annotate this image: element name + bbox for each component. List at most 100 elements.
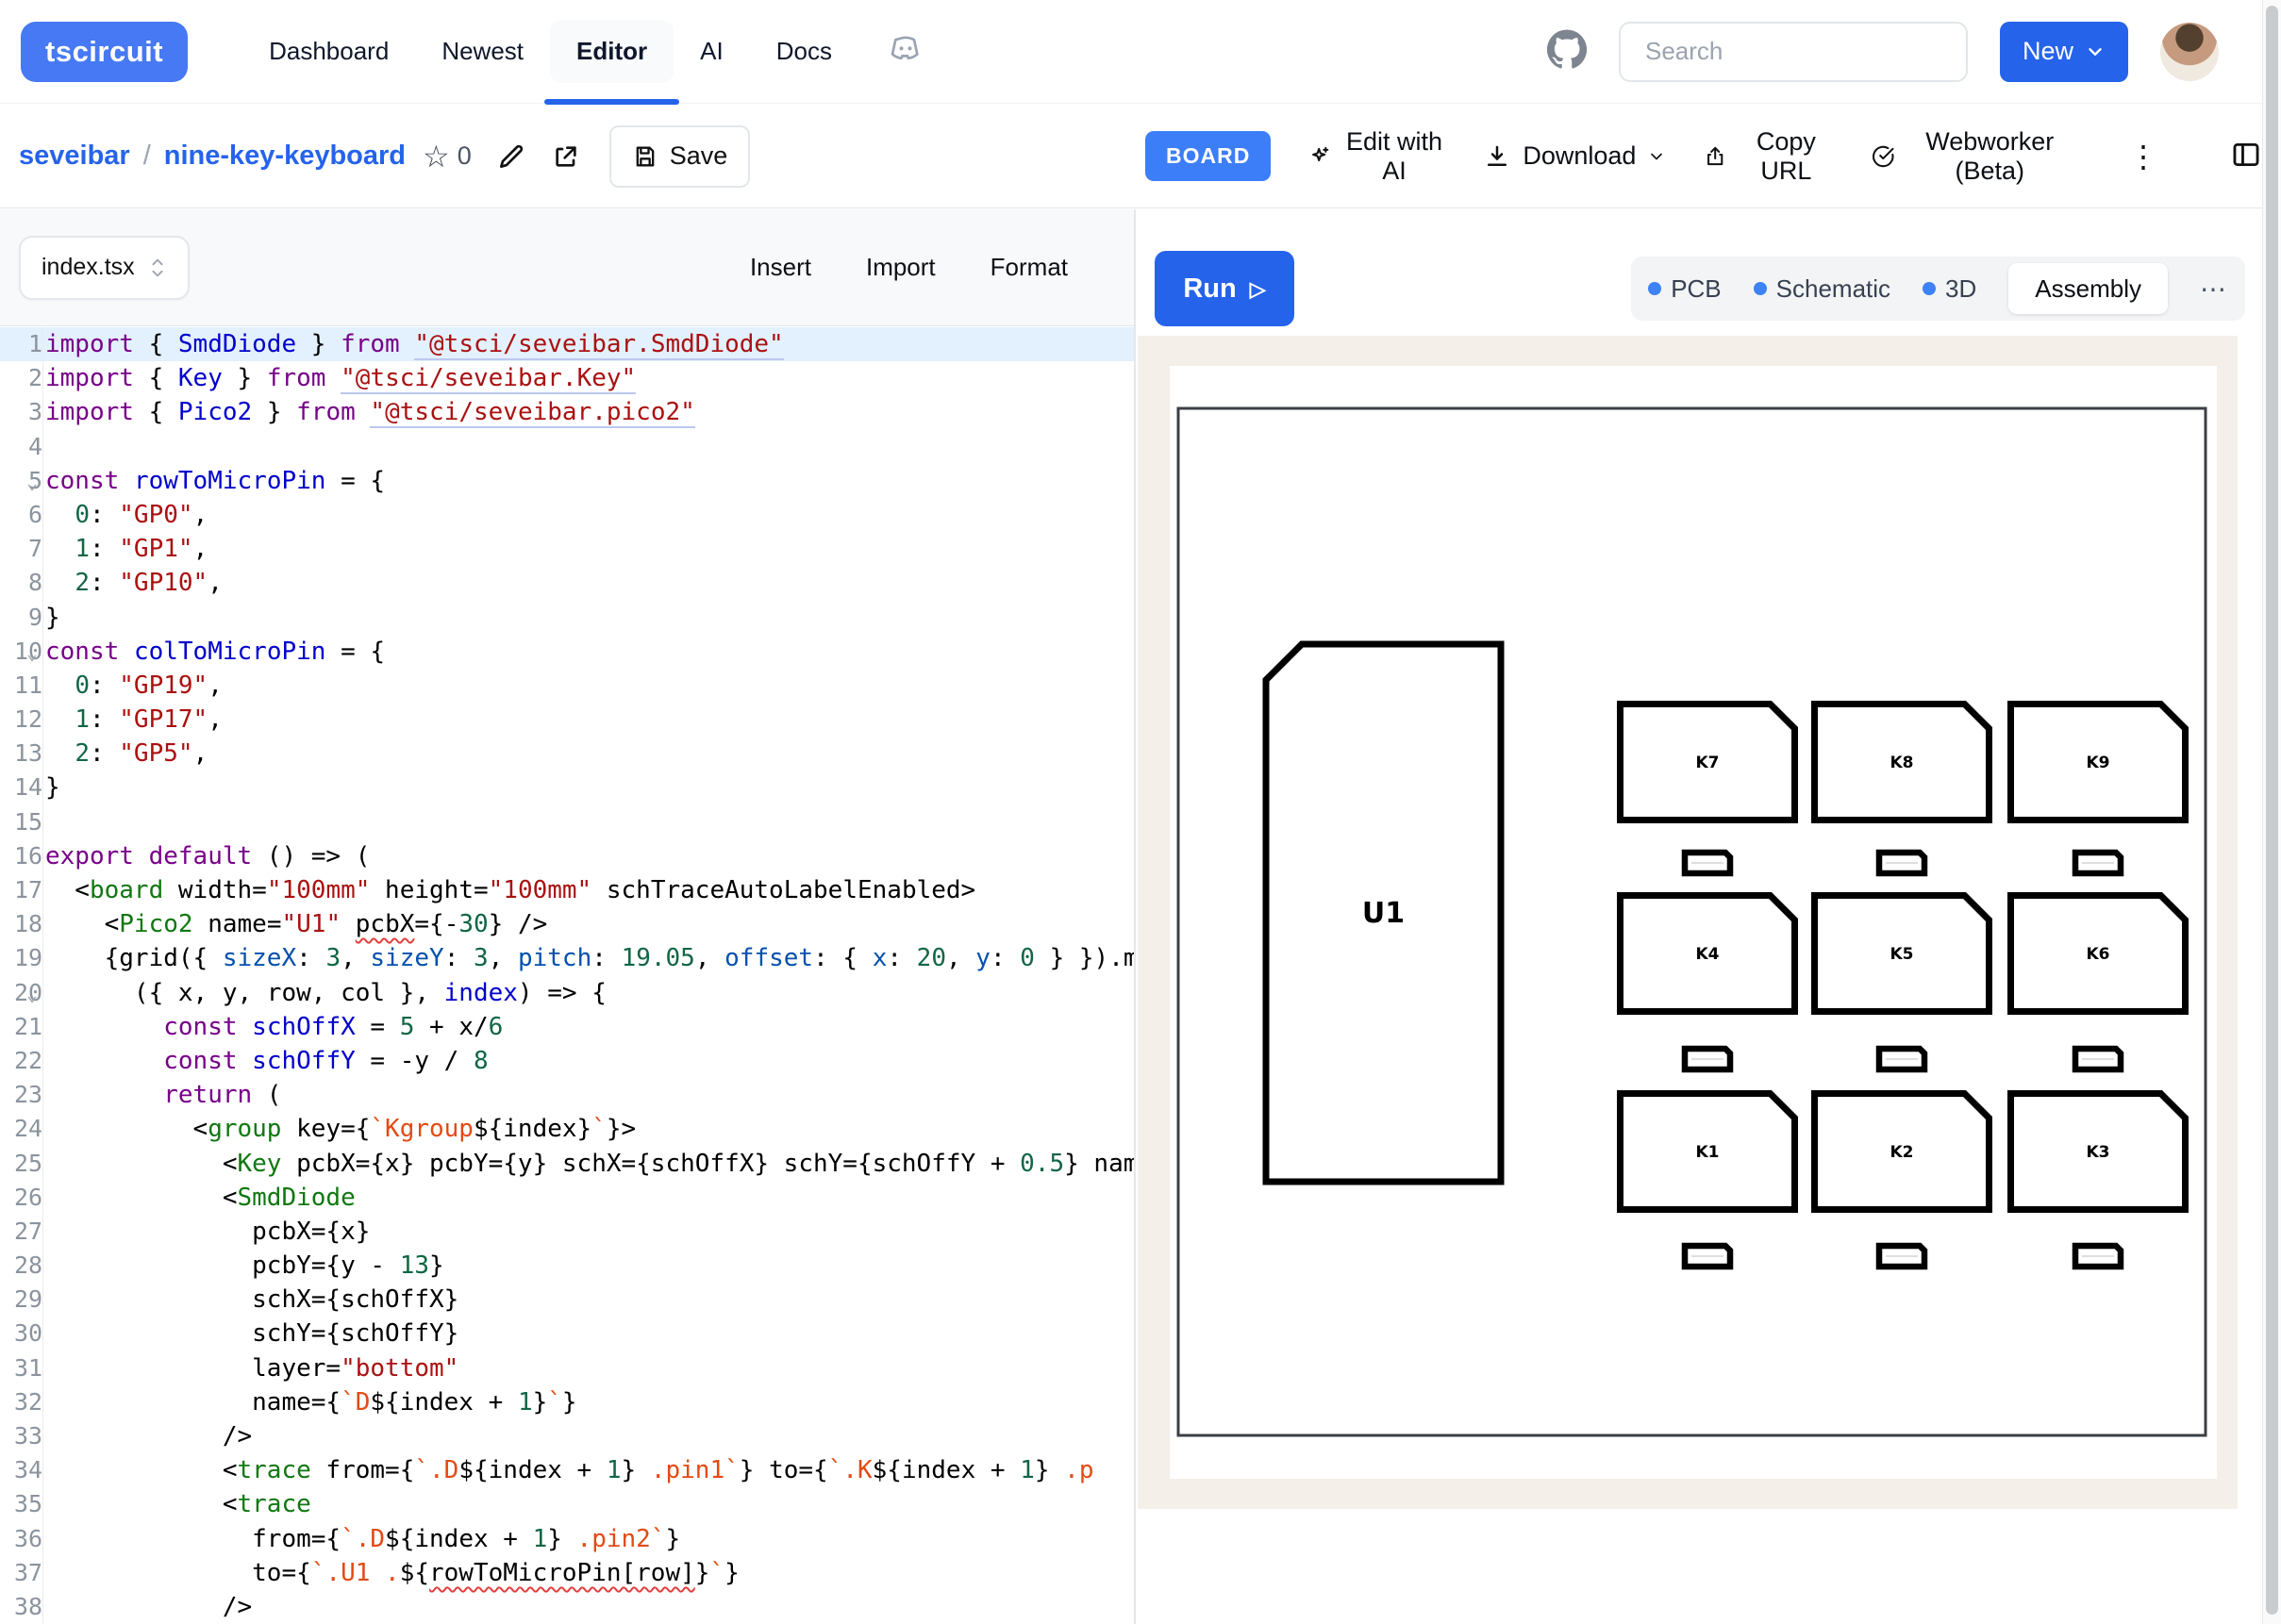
code-line[interactable]: 12 1: "GP17", (0, 703, 1134, 737)
code-line[interactable]: 10⌄const colToMicroPin = { (0, 635, 1134, 669)
download-button[interactable]: Download (1483, 141, 1666, 171)
code-text[interactable]: import { SmdDiode } from "@tsci/seveibar… (43, 327, 784, 361)
format-menu[interactable]: Format (991, 253, 1068, 282)
code-text[interactable]: import { Pico2 } from "@tsci/seveibar.pi… (43, 395, 695, 429)
code-text[interactable]: from={`.D${index + 1} .pin2`} (43, 1522, 680, 1556)
copy-url-button[interactable]: Copy URL (1704, 127, 1834, 186)
assembly-canvas[interactable]: U1K7K8K9K4K5K6K1K2K3 (1170, 366, 2217, 1479)
code-line[interactable]: 34 <trace from={`.D${index + 1} .pin1`} … (0, 1453, 1134, 1487)
code-text[interactable]: return ( (43, 1078, 281, 1112)
code-line[interactable]: 11 0: "GP19", (0, 669, 1134, 703)
code-line[interactable]: 35 <trace (0, 1487, 1134, 1521)
save-button[interactable]: Save (609, 125, 751, 188)
code-text[interactable]: schX={schOffX} (43, 1283, 458, 1317)
code-line[interactable]: 28 pcbY={y - 13} (0, 1249, 1134, 1283)
discord-icon[interactable] (887, 30, 924, 73)
code-line[interactable]: 27 pcbX={x} (0, 1215, 1134, 1249)
edit-with-ai-button[interactable]: Edit with AI (1308, 127, 1445, 186)
code-text[interactable]: pcbY={y - 13} (43, 1249, 444, 1283)
star-counter[interactable]: ☆ 0 (423, 139, 472, 174)
code-line[interactable]: 23 return ( (0, 1078, 1134, 1112)
owner-link[interactable]: seveibar (19, 141, 130, 172)
code-text[interactable]: <Key pcbX={x} pcbY={y} schX={schOffX} sc… (43, 1147, 1134, 1181)
nav-item-newest[interactable]: Newest (415, 20, 550, 83)
code-line[interactable]: 3import { Pico2 } from "@tsci/seveibar.p… (0, 395, 1134, 429)
code-line[interactable]: 33 /> (0, 1419, 1134, 1453)
nav-item-ai[interactable]: AI (674, 20, 750, 83)
nav-item-dashboard[interactable]: Dashboard (242, 20, 415, 83)
code-text[interactable]: const rowToMicroPin = { (43, 464, 385, 498)
code-text[interactable]: <board width="100mm" height="100mm" schT… (43, 873, 975, 907)
toggle-panel-button[interactable] (2230, 139, 2262, 174)
code-text[interactable]: 0: "GP0", (43, 498, 208, 532)
code-text[interactable]: /> (43, 1419, 252, 1453)
code-line[interactable]: 14} (0, 771, 1134, 804)
code-text[interactable] (43, 805, 45, 839)
code-text[interactable]: <trace (43, 1487, 311, 1521)
import-menu[interactable]: Import (866, 253, 936, 282)
code-line[interactable]: 24 <group key={`Kgroup${index}`}> (0, 1112, 1134, 1146)
code-line[interactable]: 22 const schOffY = -y / 8 (0, 1044, 1134, 1078)
code-line[interactable]: 25 <Key pcbX={x} pcbY={y} schX={schOffX}… (0, 1147, 1134, 1181)
code-text[interactable]: export default () => ( (43, 839, 370, 873)
code-line[interactable]: 29 schX={schOffX} (0, 1283, 1134, 1317)
tab-schematic[interactable]: Schematic (1754, 274, 1890, 304)
code-text[interactable]: } (43, 601, 60, 635)
view-tabs-more[interactable]: ⋯ (2200, 273, 2228, 305)
insert-menu[interactable]: Insert (750, 253, 811, 282)
code-text[interactable]: import { Key } from "@tsci/seveibar.Key" (43, 361, 636, 395)
code-text[interactable]: layer="bottom" (43, 1351, 458, 1385)
fold-arrow-icon[interactable]: ⌄ (26, 465, 38, 499)
run-button[interactable]: Run ▷ (1155, 251, 1294, 326)
code-line[interactable]: 16export default () => ( (0, 839, 1134, 873)
code-line[interactable]: 9} (0, 601, 1134, 635)
code-line[interactable]: 32 name={`D${index + 1}`} (0, 1385, 1134, 1419)
open-external-button[interactable] (551, 141, 581, 172)
tab-assembly[interactable]: Assembly (2008, 263, 2168, 314)
code-line[interactable]: 17 <board width="100mm" height="100mm" s… (0, 873, 1134, 907)
tscircuit-logo[interactable]: tscircuit (21, 22, 188, 82)
code-lines[interactable]: 1import { SmdDiode } from "@tsci/seveiba… (0, 327, 1134, 1624)
code-text[interactable]: /> (43, 1590, 252, 1624)
code-text[interactable]: pcbX={x} (43, 1215, 370, 1249)
code-line[interactable]: 30 schY={schOffY} (0, 1317, 1134, 1351)
scrollbar-thumb[interactable] (2266, 6, 2278, 1615)
code-line[interactable]: 36 from={`.D${index + 1} .pin2`} (0, 1522, 1134, 1556)
nav-item-docs[interactable]: Docs (750, 20, 858, 83)
code-line[interactable]: 5⌄const rowToMicroPin = { (0, 464, 1134, 498)
code-line[interactable]: 13 2: "GP5", (0, 737, 1134, 771)
code-line[interactable]: 20⌄ ({ x, y, row, col }, index) => { (0, 976, 1134, 1010)
code-line[interactable]: 8 2: "GP10", (0, 566, 1134, 600)
code-line[interactable]: 1import { SmdDiode } from "@tsci/seveiba… (0, 327, 1134, 361)
nav-item-editor[interactable]: Editor (550, 20, 674, 83)
board-badge[interactable]: BOARD (1145, 131, 1271, 181)
code-text[interactable]: const schOffX = 5 + x/6 (43, 1010, 503, 1044)
code-text[interactable]: 2: "GP5", (43, 737, 208, 771)
rename-button[interactable] (496, 141, 526, 172)
code-text[interactable]: 1: "GP17", (43, 703, 223, 737)
search-input[interactable] (1619, 22, 1968, 82)
code-line[interactable]: 21 const schOffX = 5 + x/6 (0, 1010, 1134, 1044)
file-tab-select[interactable]: index.tsx (19, 236, 190, 300)
code-line[interactable]: 37 to={`.U1 .${rowToMicroPin[row]}`} (0, 1556, 1134, 1590)
new-button[interactable]: New (2000, 22, 2128, 82)
code-text[interactable] (43, 430, 45, 464)
code-text[interactable]: const colToMicroPin = { (43, 635, 385, 669)
project-link[interactable]: nine-key-keyboard (164, 141, 406, 172)
code-text[interactable]: <Pico2 name="U1" pcbX={-30} /> (43, 907, 547, 941)
code-text[interactable]: } (43, 771, 60, 804)
more-options-button[interactable]: ⋮ (2128, 139, 2158, 174)
code-line[interactable]: 18 <Pico2 name="U1" pcbX={-30} /> (0, 907, 1134, 941)
code-text[interactable]: <trace from={`.D${index + 1} .pin1`} to=… (43, 1453, 1093, 1487)
code-text[interactable]: schY={schOffY} (43, 1317, 458, 1351)
code-text[interactable]: const schOffY = -y / 8 (43, 1044, 489, 1078)
code-line[interactable]: 15 (0, 805, 1134, 839)
code-text[interactable]: 1: "GP1", (43, 532, 208, 566)
webworker-toggle[interactable]: Webworker (Beta) (1872, 127, 2073, 186)
code-text[interactable]: name={`D${index + 1}`} (43, 1385, 577, 1419)
page-scrollbar[interactable] (2262, 0, 2281, 1624)
code-text[interactable]: {grid({ sizeX: 3, sizeY: 3, pitch: 19.05… (43, 941, 1134, 975)
tab-pcb[interactable]: PCB (1648, 274, 1721, 304)
code-line[interactable]: 31 layer="bottom" (0, 1351, 1134, 1385)
fold-arrow-icon[interactable]: ⌄ (26, 636, 38, 670)
